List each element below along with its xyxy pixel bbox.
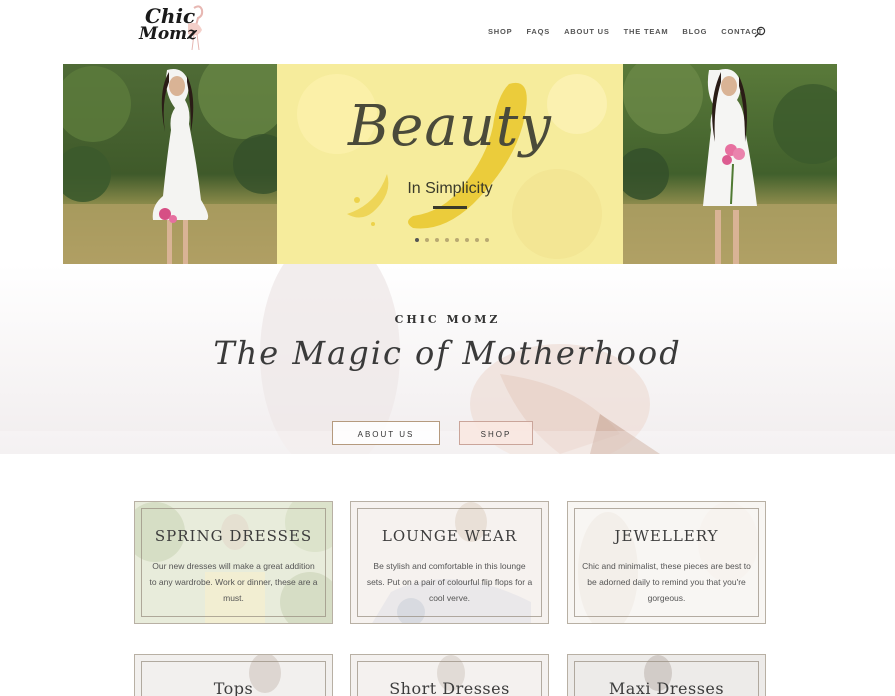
card-title: JEWELLERY xyxy=(614,527,719,545)
slider-dot[interactable] xyxy=(465,238,469,242)
slider-dot[interactable] xyxy=(485,238,489,242)
site-header: Chic Momz SHOP FAQS ABOUT US THE TEAM BL… xyxy=(0,0,895,64)
nav-about-us[interactable]: ABOUT US xyxy=(564,27,610,36)
hero-underline xyxy=(433,206,467,209)
card-title: Short Dresses xyxy=(389,679,510,696)
slider-dot[interactable] xyxy=(475,238,479,242)
slider-dot[interactable] xyxy=(425,238,429,242)
category-card-maxi-dresses[interactable]: Maxi Dresses xyxy=(567,654,766,696)
slider-dot[interactable] xyxy=(445,238,449,242)
search-icon[interactable] xyxy=(754,26,766,38)
card-description: Chic and minimalist, these pieces are be… xyxy=(582,561,751,603)
hero-subtitle: In Simplicity xyxy=(407,180,493,197)
hero-photo-left xyxy=(63,64,277,264)
slider-dot[interactable] xyxy=(415,238,419,242)
about-us-button[interactable]: ABOUT US xyxy=(332,421,440,445)
category-card-lounge-wear[interactable]: LOUNGE WEAR Be stylish and comfortable i… xyxy=(350,501,549,624)
shop-button[interactable]: SHOP xyxy=(459,421,533,445)
intro-section: CHIC MOMZ The Magic of Motherhood ABOUT … xyxy=(0,264,895,454)
card-title: Tops xyxy=(213,679,254,696)
site-logo[interactable]: Chic Momz xyxy=(136,2,212,52)
brand-name: CHIC MOMZ xyxy=(394,313,501,326)
slider-dot[interactable] xyxy=(435,238,439,242)
card-description: Our new dresses will make a great additi… xyxy=(149,561,318,603)
category-card-short-dresses[interactable]: Short Dresses xyxy=(350,654,549,696)
hero-center-panel: Beauty In Simplicity xyxy=(277,64,623,264)
logo-line-2: Momz xyxy=(139,24,197,44)
category-card-jewellery[interactable]: JEWELLERY Chic and minimalist, these pie… xyxy=(567,501,766,624)
card-title: Maxi Dresses xyxy=(608,679,725,696)
card-title: LOUNGE WEAR xyxy=(381,527,518,545)
nav-the-team[interactable]: THE TEAM xyxy=(624,27,669,36)
nav-faqs[interactable]: FAQS xyxy=(526,27,550,36)
slider-dots xyxy=(415,238,489,242)
hero-photo-right xyxy=(623,64,837,264)
category-card-spring-dresses[interactable]: SPRING DRESSES Our new dresses will make… xyxy=(134,501,333,624)
card-description: Be stylish and comfortable in this loung… xyxy=(366,561,533,603)
card-title: SPRING DRESSES xyxy=(154,527,313,545)
nav-shop[interactable]: SHOP xyxy=(488,27,512,36)
nav-blog[interactable]: BLOG xyxy=(682,27,707,36)
main-nav: SHOP FAQS ABOUT US THE TEAM BLOG CONTACT xyxy=(488,27,777,36)
hero-slider[interactable]: Beauty In Simplicity xyxy=(63,64,837,264)
hero-title: Beauty xyxy=(348,94,552,159)
slider-dot[interactable] xyxy=(455,238,459,242)
tagline: The Magic of Motherhood xyxy=(213,334,682,372)
category-card-tops[interactable]: Tops xyxy=(134,654,333,696)
